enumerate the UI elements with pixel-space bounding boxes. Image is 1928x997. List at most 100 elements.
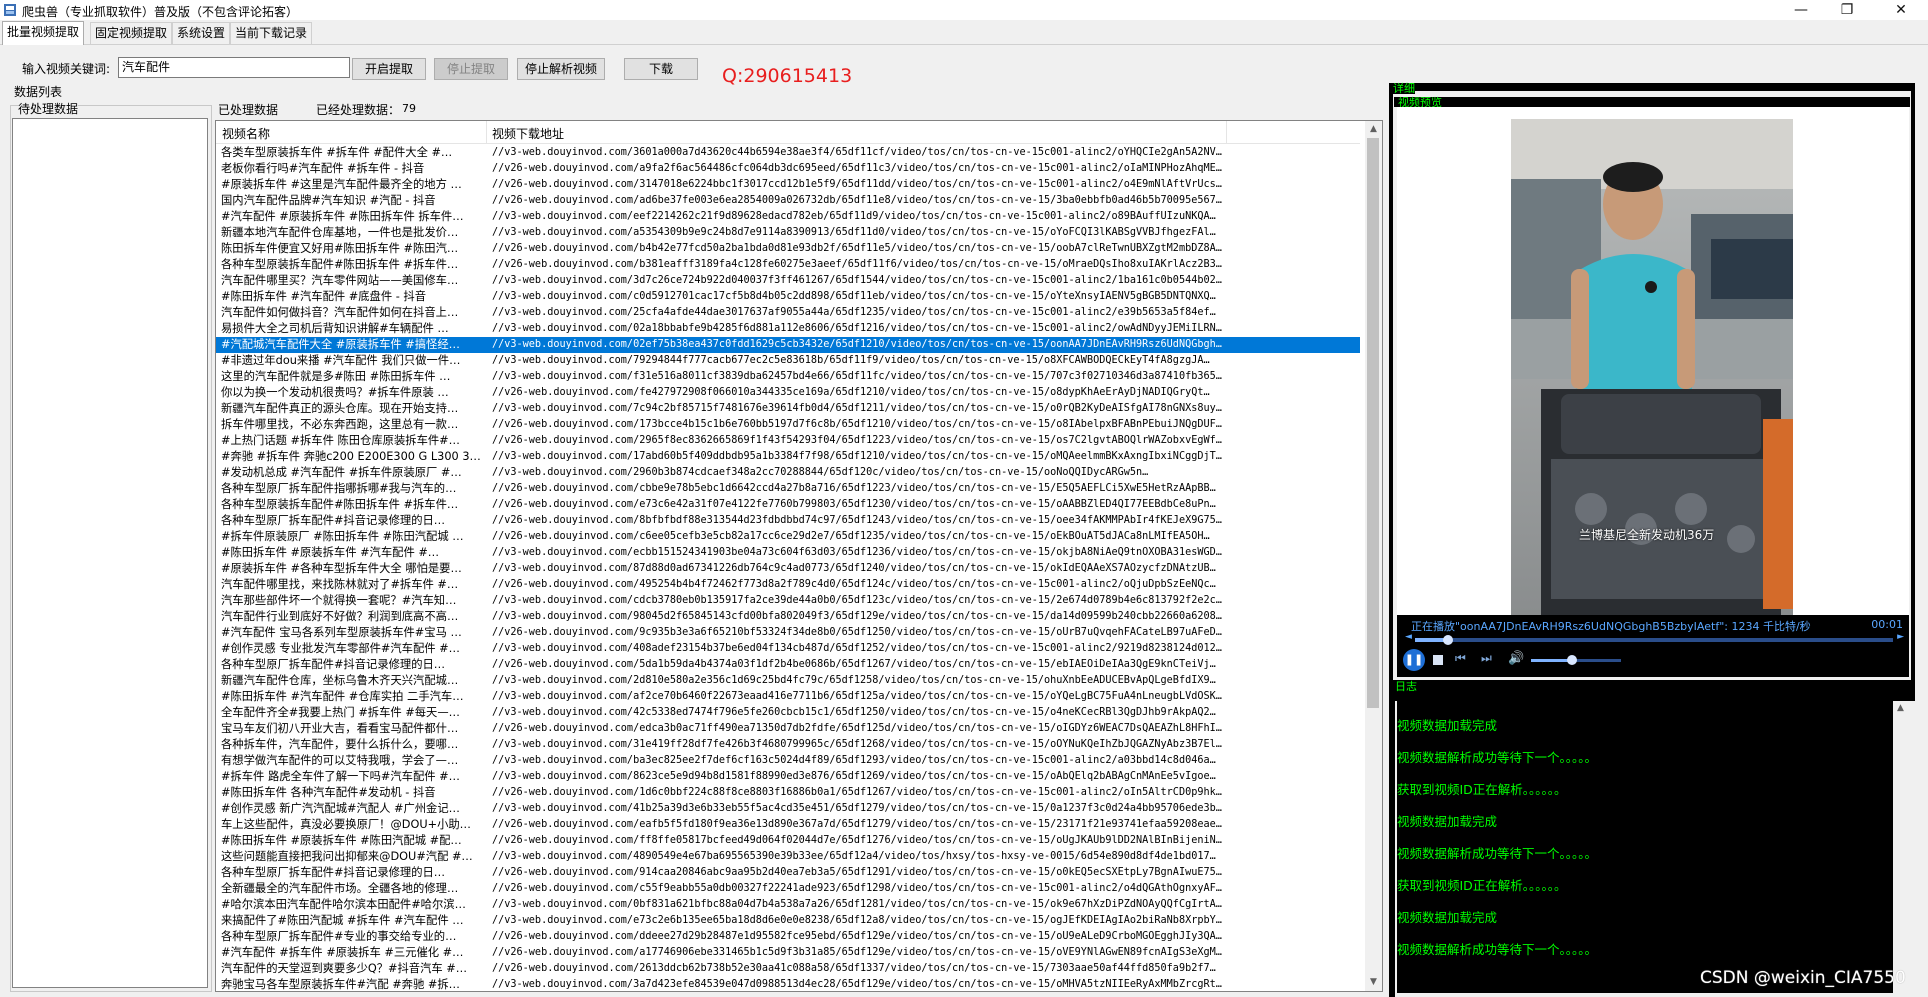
video-name-cell: #创作灵感 专业批发汽车零部件#汽车配件 #… xyxy=(221,642,460,655)
volume-slider[interactable] xyxy=(1531,655,1621,665)
table-row[interactable]: 来搞配件了#陈田汽配城 #拆车件 #汽车配件 … //v3-web.douyinv… xyxy=(216,913,1360,929)
keyword-input[interactable]: 汽车配件 xyxy=(118,57,350,78)
video-preview[interactable]: 兰博基尼全新发动机36万 xyxy=(1397,107,1909,615)
start-extract-button[interactable]: 开启提取 xyxy=(352,58,426,80)
tab-download-records[interactable]: 当前下载记录 xyxy=(230,22,313,44)
tab-settings[interactable]: 系统设置 xyxy=(172,22,231,44)
table-row[interactable]: 新疆本地汽车配件仓库基地，一件也是批发价… //v3-web.douyinvod.… xyxy=(216,225,1360,241)
table-row[interactable]: 有想学做汽车配件的可以艾特我哦，学会了—… //v3-web.douyinvod.… xyxy=(216,753,1360,769)
video-name-cell: 全车配件齐全#我要上热门 #拆车件 #每天—… xyxy=(221,706,460,719)
seek-bar[interactable] xyxy=(1415,635,1893,645)
table-row[interactable]: 汽车配件如何做抖音？汽车配件如何在抖音上… //v3-web.douyinvod.… xyxy=(216,305,1360,321)
table-row[interactable]: 各种车型原厂拆车配件#抖音记录修理的日… //v26-web.douyinvod.… xyxy=(216,865,1360,881)
video-frame[interactable]: 兰博基尼全新发动机36万 xyxy=(1511,119,1793,615)
close-icon[interactable]: ✕ xyxy=(1878,0,1924,20)
table-row[interactable]: 这些问题能直接把我问出抑郁来@DOU#汽配 #… //v3-web.douyinv… xyxy=(216,849,1360,865)
table-row[interactable]: 各种车型原装拆车配件#陈田拆车件 #拆车件… //v26-web.douyinvo… xyxy=(216,257,1360,273)
table-row[interactable]: #原装拆车件 #各种车型拆车件大全 哪怕是要… //v3-web.douyinvo… xyxy=(216,561,1360,577)
table-row[interactable]: #原装拆车件 #这里是汽车配件最齐全的地方 … //v26-web.douyinv… xyxy=(216,177,1360,193)
table-row[interactable]: 陈田拆车件便宜又好用#陈田拆车件 #陈田汽… //v26-web.douyinvo… xyxy=(216,241,1360,257)
download-url-cell: //v3-web.douyinvod.com/cdcb3780eb0b13591… xyxy=(492,595,1224,606)
table-row[interactable]: 奔驰宝马各车型原装拆车件#汽配 #奔驰 #拆… //v3-web.douyinvo… xyxy=(216,977,1360,991)
table-row[interactable]: #拆车件 路虎全车件了解一下吗#汽车配件 #… //v3-web.douyinvo… xyxy=(216,769,1360,785)
table-row[interactable]: 各种拆车件，汽车配件，要什么拆什么，要哪… //v3-web.douyinvod.… xyxy=(216,737,1360,753)
table-row[interactable]: 新疆汽车配件真正的源头仓库。现在开始支持… //v3-web.douyinvod.… xyxy=(216,401,1360,417)
table-row[interactable]: 拆车件哪里找，不必东奔西跑，这里总有一款… //v26-web.douyinvod… xyxy=(216,417,1360,433)
column-divider xyxy=(1226,121,1227,143)
table-row[interactable]: 各种车型原厂拆车配件#专业的事交给专业的… //v26-web.douyinvod… xyxy=(216,929,1360,945)
tab-batch-extract[interactable]: 批量视频提取 xyxy=(2,21,85,45)
table-row[interactable]: 汽车配件哪里买？汽车零件网站——美国修车… //v3-web.douyinvod.… xyxy=(216,273,1360,289)
table-row[interactable]: #汽车配件 宝马各系列车型原装拆车件#宝马 … //v26-web.douyinv… xyxy=(216,625,1360,641)
download-url-cell: //v26-web.douyinvod.com/e73c6e42a31f07e4… xyxy=(492,499,1216,510)
table-row[interactable]: #拆车件原装原厂 #陈田拆车件 #陈田汽配城 … //v26-web.douyin… xyxy=(216,529,1360,545)
restore-icon[interactable]: ❐ xyxy=(1824,0,1870,20)
pending-list[interactable] xyxy=(12,118,208,988)
table-row[interactable]: #陈田拆车件 #汽车配件 #仓库实拍 二手汽车… //v3-web.douyinv… xyxy=(216,689,1360,705)
scroll-thumb[interactable] xyxy=(1367,138,1379,708)
table-row[interactable]: #陈田拆车件 #原装拆车件 #汽车配件 #… //v3-web.douyinvod… xyxy=(216,545,1360,561)
download-button[interactable]: 下载 xyxy=(624,58,698,80)
table-row[interactable]: 汽车配件哪里找，来找陈林就对了#拆车件 #… //v26-web.douyinvo… xyxy=(216,577,1360,593)
table-row[interactable]: #非遗过年dou来播 #汽车配件 我们只做一件… //v3-web.douyinv… xyxy=(216,353,1360,369)
table-row[interactable]: #汽配城汽车配件大全 #原装拆车件 #搞怪经… //v3-web.douyinvo… xyxy=(216,337,1360,353)
pause-icon[interactable]: ❚❚ xyxy=(1403,649,1425,671)
previous-icon[interactable]: ⏮ xyxy=(1455,651,1466,666)
table-row[interactable]: #陈田拆车件 #汽车配件 #底盘件 - 抖音 //v3-web.douyinvod… xyxy=(216,289,1360,305)
table-row[interactable]: #奔驰 #拆车件 奔驰c200 E200E300 G L300 3… //v3-w… xyxy=(216,449,1360,465)
table-row[interactable]: 汽车配件的天堂逗到爽要多少Q？#抖音汽车 #… //v26-web.douyinv… xyxy=(216,961,1360,977)
table-row[interactable]: 易损件大全之司机后背知识讲解#车辆配件 … //v3-web.douyinvod.… xyxy=(216,321,1360,337)
volume-icon[interactable]: 🔊 xyxy=(1508,651,1524,666)
video-name-cell: #创作灵感 新广汽汽配城#汽配人 #广州金记… xyxy=(221,802,460,815)
grid-scrollbar[interactable]: ▲ ▼ xyxy=(1365,121,1382,991)
table-row[interactable]: 各种车型原厂拆车配件#抖音记录修理的日… //v26-web.douyinvod.… xyxy=(216,657,1360,673)
table-row[interactable]: 各类车型原装拆车件 #拆车件 #配件大全 #… //v3-web.douyinvo… xyxy=(216,145,1360,161)
table-row[interactable]: #创作灵感 新广汽汽配城#汽配人 #广州金记… //v3-web.douyinvo… xyxy=(216,801,1360,817)
next-icon[interactable]: ⏭ xyxy=(1481,651,1492,666)
column-header-url[interactable]: 视频下载地址 xyxy=(492,125,564,142)
seek-knob[interactable] xyxy=(1443,635,1454,645)
table-row[interactable]: #汽车配件 #拆车件 #原装拆车 #三元催化 #… //v26-web.douyi… xyxy=(216,945,1360,961)
scroll-down-icon[interactable]: ▼ xyxy=(1365,974,1382,991)
stop-icon[interactable] xyxy=(1433,655,1443,665)
log-scrollbar[interactable]: ▲ xyxy=(1893,701,1909,993)
stop-extract-button[interactable]: 停止提取 xyxy=(434,58,508,80)
scroll-up-icon[interactable]: ▲ xyxy=(1365,121,1382,138)
table-row[interactable]: #创作灵感 专业批发汽车零部件#汽车配件 #… //v3-web.douyinvo… xyxy=(216,641,1360,657)
download-url-cell: //v3-web.douyinvod.com/7c94c2bf85715f748… xyxy=(492,403,1222,414)
volume-knob[interactable] xyxy=(1566,655,1577,665)
table-row[interactable]: 你以为换一个发动机很贵吗？#拆车件原装 … //v26-web.douyinvod… xyxy=(216,385,1360,401)
video-name-cell: #汽配城汽车配件大全 #原装拆车件 #搞怪经… xyxy=(221,338,460,351)
table-row[interactable]: #上热门话题 #拆车件 陈田仓库原装拆车件#… //v26-web.douyinv… xyxy=(216,433,1360,449)
table-row[interactable]: #哈尔滨本田汽车配件哈尔滨本田配件#哈尔滨… //v3-web.douyinvod… xyxy=(216,897,1360,913)
log-output[interactable]: 视频数据加载完成 视频数据解析成功等待下一个。。。。。 获取到视频ID正在解析。。。… xyxy=(1397,701,1909,993)
table-row[interactable]: 车上这些配件，真没必要换原厂！@DOU+小助… //v26-web.douyinv… xyxy=(216,817,1360,833)
table-row[interactable]: 各种车型原厂拆车配件#抖音记录修理的日… //v26-web.douyinvod.… xyxy=(216,513,1360,529)
processed-count-label: 已经处理数据： xyxy=(316,103,401,117)
table-row[interactable]: #陈田拆车件 各种汽车配件#发动机 - 抖音 //v26-web.douyinvo… xyxy=(216,785,1360,801)
table-row[interactable]: 全新疆最全的汽车配件市场。全疆各地的修理… //v26-web.douyinvod… xyxy=(216,881,1360,897)
tab-fixed-extract[interactable]: 固定视频提取 xyxy=(90,22,173,44)
table-row[interactable]: #陈田拆车件 #原装拆车件 #陈田汽配城 #配… //v26-web.douyin… xyxy=(216,833,1360,849)
table-row[interactable]: 各种车型原装拆车配件#陈田拆车件 #拆车件… //v26-web.douyinvo… xyxy=(216,497,1360,513)
table-row[interactable]: 宝马车友们初八开业大吉，看看宝马配件都什… //v26-web.douyinvod… xyxy=(216,721,1360,737)
download-url-cell: //v26-web.douyinvod.com/c55f9eabb55a0db0… xyxy=(492,883,1222,894)
stop-parse-button[interactable]: 停止解析视频 xyxy=(517,58,605,80)
processed-grid[interactable]: 视频名称 视频下载地址 各类车型原装拆车件 #拆车件 #配件大全 #… //v3-… xyxy=(215,120,1383,992)
table-row[interactable]: 汽车那些部件坏一个就得换一套呢？#汽车知… //v3-web.douyinvod.… xyxy=(216,593,1360,609)
column-header-name[interactable]: 视频名称 xyxy=(222,125,270,142)
minimize-icon[interactable]: — xyxy=(1778,0,1824,20)
table-row[interactable]: 新疆汽车配件仓库，坐标乌鲁木齐天兴汽配城… //v3-web.douyinvod.… xyxy=(216,673,1360,689)
table-row[interactable]: 老板你看行吗#汽车配件 #拆车件 - 抖音 //v26-web.douyinvod… xyxy=(216,161,1360,177)
table-row[interactable]: #汽车配件 #原装拆车件 #陈田拆车件 拆车件… //v3-web.douyinv… xyxy=(216,209,1360,225)
table-row[interactable]: 各种车型原厂拆车配件指哪拆哪#我与汽车的… //v26-web.douyinvod… xyxy=(216,481,1360,497)
table-row[interactable]: 汽车配件行业到底好不好做？利润到底高不高… //v3-web.douyinvod.… xyxy=(216,609,1360,625)
app-icon xyxy=(4,4,16,16)
table-row[interactable]: 这里的汽车配件就是多#陈田 #陈田拆车件 … //v3-web.douyinvod… xyxy=(216,369,1360,385)
table-row[interactable]: #发动机总成 #汽车配件 #拆车件原装原厂 #… //v3-web.douyinv… xyxy=(216,465,1360,481)
video-name-cell: 各种车型原厂拆车配件#抖音记录修理的日… xyxy=(221,514,446,527)
scroll-up-icon[interactable]: ▲ xyxy=(1897,703,1904,713)
table-row[interactable]: 全车配件齐全#我要上热门 #拆车件 #每天—… //v3-web.douyinvo… xyxy=(216,705,1360,721)
download-url-cell: //v3-web.douyinvod.com/a5354309b9e9c24b8… xyxy=(492,227,1216,238)
table-row[interactable]: 国内汽车配件品牌#汽车知识 #汽配 - 抖音 //v26-web.douyinvo… xyxy=(216,193,1360,209)
